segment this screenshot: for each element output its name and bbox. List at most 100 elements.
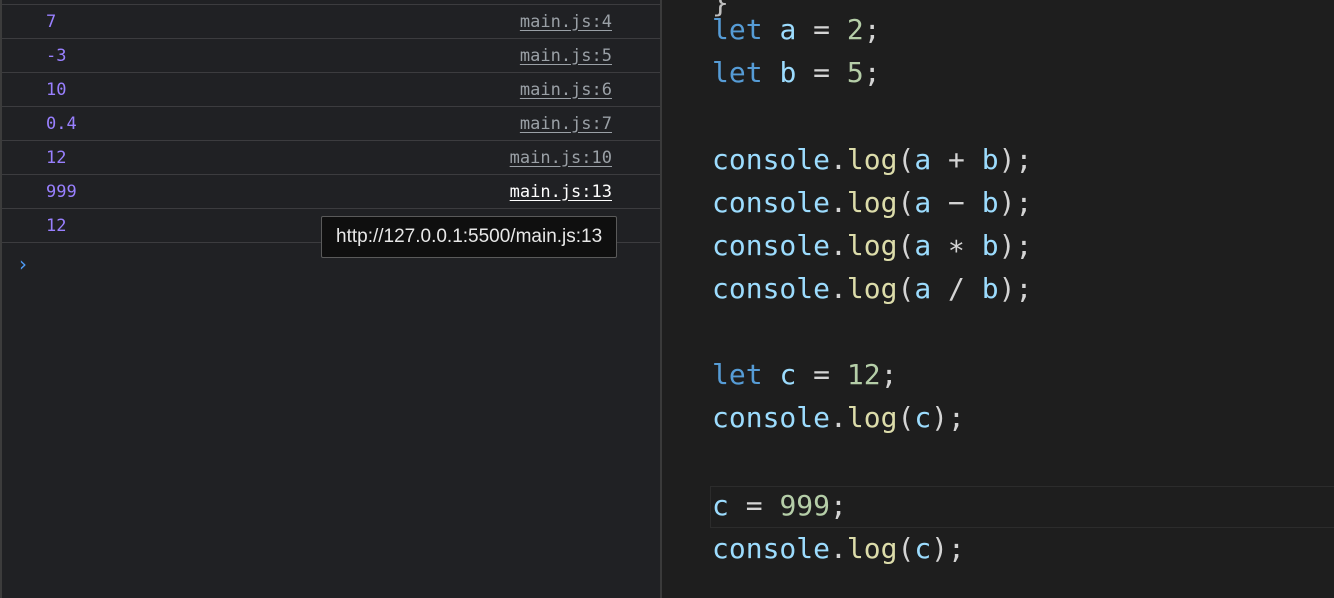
punctuation: . xyxy=(830,229,847,262)
punctuation: ) xyxy=(998,186,1016,219)
number-literal: 2 xyxy=(846,13,864,46)
punctuation: ; xyxy=(1015,229,1033,262)
punctuation: ( xyxy=(897,186,915,219)
console-message-value: 12 xyxy=(46,215,67,236)
number-literal: 5 xyxy=(846,56,864,89)
punctuation: ) xyxy=(931,532,949,565)
console-message-value: 7 xyxy=(46,11,57,32)
punctuation: ; xyxy=(830,489,847,522)
identifier: console xyxy=(712,143,831,176)
code-line[interactable]: let a = 2; xyxy=(712,10,881,50)
console-message-value: 999 xyxy=(46,181,77,202)
punctuation: ( xyxy=(897,532,915,565)
punctuation: ) xyxy=(998,143,1016,176)
identifier: console xyxy=(712,532,831,565)
console-message: 0.4 main.js:7 xyxy=(2,107,660,141)
punctuation: ( xyxy=(897,229,915,262)
identifier: c xyxy=(712,489,729,522)
app-root: 7 main.js:4 -3 main.js:5 10 main.js:6 0.… xyxy=(0,0,1334,598)
punctuation: ; xyxy=(863,56,881,89)
operator: − xyxy=(948,186,965,219)
identifier: a xyxy=(914,143,932,176)
function-name: log xyxy=(846,143,898,176)
code-line[interactable]: console.log(a / b); xyxy=(712,269,1032,309)
identifier: a xyxy=(914,229,932,262)
function-name: log xyxy=(846,229,898,262)
operator: + xyxy=(948,143,965,176)
function-name: log xyxy=(846,272,898,305)
number-literal: 12 xyxy=(846,358,881,391)
operator: = xyxy=(813,13,831,46)
operator: / xyxy=(948,272,965,305)
punctuation: ; xyxy=(1015,143,1033,176)
identifier: console xyxy=(712,229,831,262)
console-source-link[interactable]: main.js:7 xyxy=(520,114,612,134)
operator: ∗ xyxy=(948,229,965,262)
punctuation: ; xyxy=(1015,272,1033,305)
identifier: b xyxy=(981,186,999,219)
console-message: 7 main.js:4 xyxy=(2,5,660,39)
punctuation: ( xyxy=(897,143,915,176)
punctuation: . xyxy=(830,272,847,305)
punctuation: . xyxy=(830,143,847,176)
code-line[interactable]: console.log(c); xyxy=(712,398,965,438)
identifier: a xyxy=(779,13,797,46)
identifier: c xyxy=(914,532,932,565)
punctuation: ; xyxy=(863,13,881,46)
identifier: b xyxy=(981,229,999,262)
code-line[interactable]: let c = 12; xyxy=(712,355,897,395)
console-message-value: 10 xyxy=(46,79,67,100)
identifier: b xyxy=(981,272,999,305)
punctuation: ; xyxy=(880,358,898,391)
keyword: let xyxy=(712,13,763,46)
function-name: log xyxy=(846,186,898,219)
code-line[interactable]: let b = 5; xyxy=(712,53,881,93)
code-line-current[interactable]: c = 999; xyxy=(712,486,847,526)
operator: = xyxy=(813,56,831,89)
console-message-value: 0.4 xyxy=(46,113,77,134)
punctuation: ; xyxy=(948,401,965,434)
console-message: -3 main.js:5 xyxy=(2,39,660,73)
identifier: b xyxy=(779,56,797,89)
console-source-link-hovered[interactable]: main.js:13 xyxy=(510,182,612,202)
number-literal: 999 xyxy=(779,489,831,522)
identifier: console xyxy=(712,272,831,305)
identifier: a xyxy=(914,186,932,219)
identifier: a xyxy=(914,272,932,305)
console-message: 999 main.js:13 xyxy=(2,175,660,209)
code-line[interactable]: console.log(a ∗ b); xyxy=(712,226,1032,266)
code-editor[interactable]: } let a = 2; let b = 5; console.log(a + … xyxy=(662,0,1334,598)
function-name: log xyxy=(846,401,898,434)
punctuation: ; xyxy=(948,532,965,565)
code-line[interactable]: console.log(c); xyxy=(712,529,965,569)
punctuation: ( xyxy=(897,272,915,305)
console-source-link[interactable]: main.js:4 xyxy=(520,12,612,32)
punctuation: . xyxy=(830,186,847,219)
keyword: let xyxy=(712,358,763,391)
punctuation: ( xyxy=(897,401,915,434)
punctuation: . xyxy=(830,532,847,565)
operator: = xyxy=(745,489,763,522)
console-prompt-chevron-icon[interactable]: › xyxy=(19,252,27,276)
punctuation: ) xyxy=(998,229,1016,262)
code-line[interactable]: console.log(a − b); xyxy=(712,183,1032,223)
console-source-link[interactable]: main.js:6 xyxy=(520,80,612,100)
devtools-console-panel[interactable]: 7 main.js:4 -3 main.js:5 10 main.js:6 0.… xyxy=(0,0,662,598)
console-message: 12 main.js:10 xyxy=(2,141,660,175)
console-message-value: -3 xyxy=(46,45,67,66)
identifier: c xyxy=(779,358,797,391)
code-line[interactable]: console.log(a + b); xyxy=(712,140,1032,180)
identifier: console xyxy=(712,401,831,434)
console-source-link[interactable]: main.js:10 xyxy=(510,148,612,168)
punctuation: . xyxy=(830,401,847,434)
console-source-link[interactable]: main.js:5 xyxy=(520,46,612,66)
identifier: b xyxy=(981,143,999,176)
console-message-value: 12 xyxy=(46,147,67,168)
console-message: 10 main.js:6 xyxy=(2,73,660,107)
operator: = xyxy=(813,358,831,391)
identifier: c xyxy=(914,401,932,434)
punctuation: ) xyxy=(931,401,949,434)
keyword: let xyxy=(712,56,763,89)
function-name: log xyxy=(846,532,898,565)
punctuation: ; xyxy=(1015,186,1033,219)
